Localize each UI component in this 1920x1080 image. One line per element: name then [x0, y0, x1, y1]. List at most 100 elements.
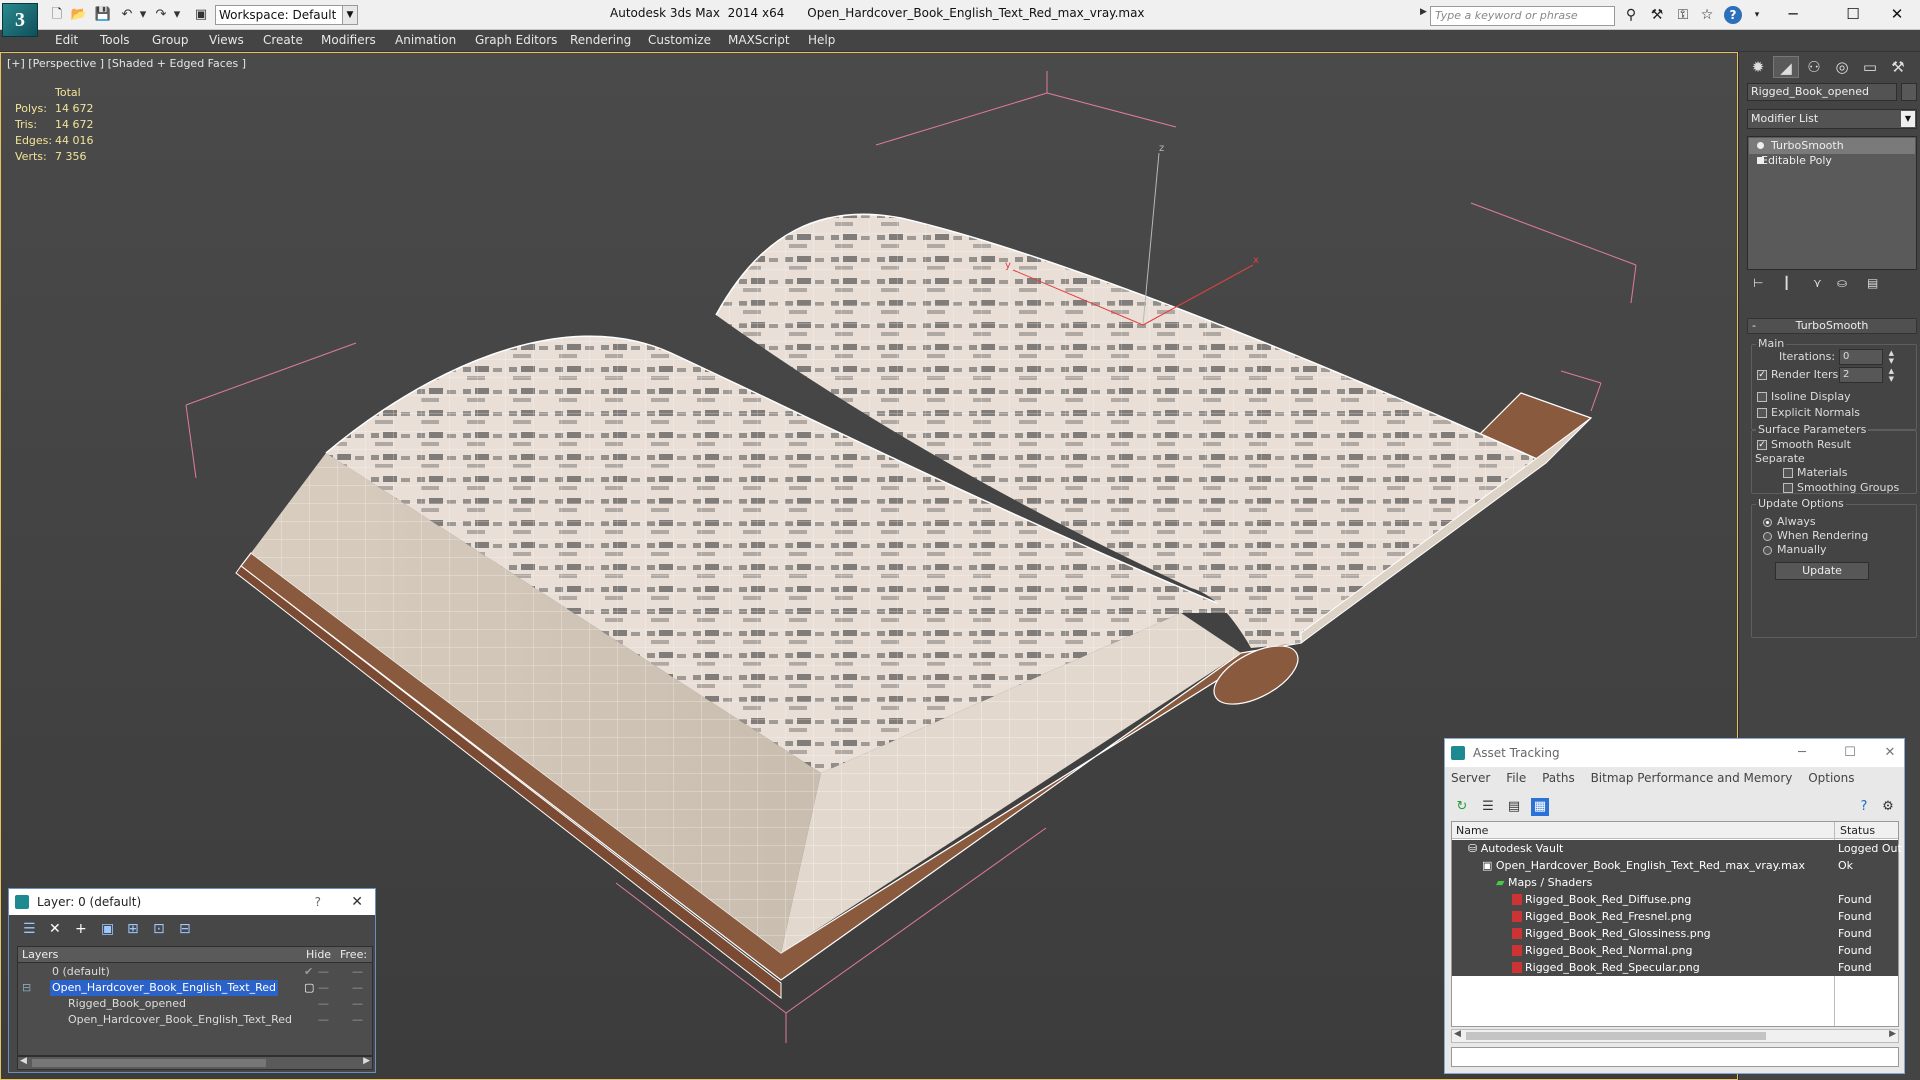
table-row[interactable]: Rigged_Book_Red_Diffuse.png Found [1452, 891, 1898, 908]
close-icon[interactable]: ✕ [1874, 2, 1920, 28]
create-tab-icon[interactable]: ✹ [1745, 56, 1771, 78]
scroll-left-icon[interactable]: ◀ [1454, 1029, 1461, 1039]
new-file-icon[interactable]: 🗋 [48, 6, 66, 24]
object-color-swatch[interactable] [1901, 83, 1917, 101]
help-icon[interactable]: ? [1724, 6, 1742, 24]
menu-graph-editors[interactable]: Graph Editors [475, 33, 557, 47]
menu-options[interactable]: Options [1808, 771, 1854, 785]
when-rendering-radio[interactable] [1763, 532, 1772, 541]
hide-all-icon[interactable]: ⊟ [179, 921, 191, 937]
menu-file[interactable]: File [1506, 771, 1526, 785]
smoothing-groups-checkbox[interactable] [1783, 483, 1793, 493]
redo-dropdown-icon[interactable]: ▾ [168, 6, 186, 24]
menu-help[interactable]: Help [808, 33, 835, 47]
minimize-icon[interactable]: ─ [1770, 2, 1816, 28]
communication-center-icon[interactable]: ⚿ [1674, 6, 1692, 24]
explicit-normals-checkbox[interactable] [1757, 408, 1767, 418]
show-end-result-icon[interactable]: ┃ [1783, 276, 1790, 290]
help-icon[interactable]: ? [1855, 798, 1873, 816]
stack-item-editable-poly[interactable]: Editable Poly [1749, 153, 1915, 169]
maximize-icon[interactable]: ☐ [1835, 739, 1865, 767]
search-expand-icon[interactable]: ▶ [1420, 7, 1427, 17]
project-folder-icon[interactable]: ▣ [192, 6, 210, 24]
help-icon[interactable]: ? [315, 889, 321, 915]
scroll-right-icon[interactable]: ▶ [363, 1056, 370, 1066]
search-input[interactable]: Type a keyword or phrase [1430, 6, 1615, 26]
delete-layer-icon[interactable]: ✕ [49, 921, 61, 937]
scrollbar-thumb[interactable] [32, 1059, 266, 1067]
refresh-icon[interactable]: ↻ [1453, 798, 1471, 816]
spinner-arrows-icon[interactable]: ▲ ▼ [1889, 367, 1894, 383]
favorites-star-icon[interactable]: ☆ [1698, 6, 1716, 24]
app-logo-icon[interactable]: 3 [2, 3, 38, 37]
pin-stack-icon[interactable]: ⊢ [1753, 276, 1763, 290]
layer-horizontal-scrollbar[interactable]: ◀ ▶ [17, 1056, 373, 1070]
render-iters-checkbox[interactable]: ✓ [1757, 370, 1767, 380]
menu-views[interactable]: Views [209, 33, 244, 47]
turbosmooth-rollout-header[interactable]: - TurboSmooth [1747, 318, 1917, 334]
table-row[interactable]: Rigged_Book_Red_Normal.png Found [1452, 942, 1898, 959]
minimize-icon[interactable]: ─ [1787, 739, 1817, 767]
undo-dropdown-icon[interactable]: ▾ [134, 6, 152, 24]
display-tab-icon[interactable]: ▭ [1857, 56, 1883, 78]
scroll-right-icon[interactable]: ▶ [1889, 1029, 1896, 1039]
freeze-toggle[interactable]: — [352, 1012, 363, 1028]
layer-dialog-titlebar[interactable]: Layer: 0 (default) ? ✕ [9, 889, 375, 915]
column-status[interactable]: Status [1840, 822, 1875, 839]
table-row[interactable]: Rigged_Book_Red_Glossiness.png Found [1452, 925, 1898, 942]
lightbulb-icon[interactable] [1757, 142, 1764, 149]
column-freeze[interactable]: Free: [340, 947, 367, 963]
maximize-icon[interactable]: ☐ [1830, 2, 1876, 28]
open-file-icon[interactable]: 📂 [70, 6, 88, 24]
collapse-icon[interactable]: - [1752, 319, 1756, 333]
table-row[interactable]: Rigged_Book_Red_Specular.png Found [1452, 959, 1898, 976]
menu-maxscript[interactable]: MAXScript [728, 33, 790, 47]
manually-radio[interactable] [1763, 546, 1772, 555]
materials-checkbox[interactable] [1783, 468, 1793, 478]
always-radio[interactable] [1763, 518, 1772, 527]
menu-bitmap-performance[interactable]: Bitmap Performance and Memory [1591, 771, 1793, 785]
active-check-icon[interactable]: ✔ [304, 964, 313, 980]
hide-toggle[interactable]: — [318, 964, 329, 980]
utilities-tab-icon[interactable]: ⚒ [1885, 56, 1911, 78]
menu-tools[interactable]: Tools [100, 33, 130, 47]
viewport-label[interactable]: [+] [Perspective ] [Shaded + Edged Faces… [7, 57, 246, 70]
configure-sets-icon[interactable]: ▤ [1867, 276, 1878, 290]
make-unique-icon[interactable]: ⋎ [1813, 276, 1822, 290]
table-view-icon[interactable]: ▦ [1531, 798, 1549, 816]
settings-icon[interactable]: ⚙ [1879, 798, 1897, 816]
update-button[interactable]: Update [1775, 562, 1869, 580]
workspace-selector[interactable]: Workspace: Default ▼ [215, 5, 358, 25]
layer-row[interactable]: 0 (default) ✔ — — [18, 964, 372, 980]
render-iters-spinner[interactable]: 2 ▲ ▼ [1839, 367, 1894, 383]
remove-modifier-icon[interactable]: ⛀ [1837, 276, 1847, 290]
scroll-left-icon[interactable]: ◀ [20, 1056, 27, 1066]
set-current-icon[interactable]: ▢ [304, 980, 314, 996]
menu-server[interactable]: Server [1451, 771, 1490, 785]
layer-row[interactable]: Rigged_Book_opened — — [18, 996, 372, 1012]
menu-customize[interactable]: Customize [648, 33, 711, 47]
table-row[interactable]: Rigged_Book_Red_Fresnel.png Found [1452, 908, 1898, 925]
highlight-layer-icon[interactable]: ⊡ [153, 921, 165, 937]
column-layers[interactable]: Layers [22, 947, 58, 963]
column-hide[interactable]: Hide [306, 947, 331, 963]
save-file-icon[interactable]: 💾 [94, 6, 112, 24]
column-name[interactable]: Name [1456, 822, 1488, 839]
layer-row[interactable]: ⊟ Open_Hardcover_Book_English_Text_Red ▢… [18, 980, 372, 996]
subscription-icon[interactable]: ⚒ [1648, 6, 1666, 24]
modifier-list-dropdown[interactable]: Modifier List ▼ [1747, 109, 1917, 129]
hide-toggle[interactable]: — [318, 996, 329, 1012]
stack-item-turbosmooth[interactable]: TurboSmooth [1749, 138, 1915, 154]
close-icon[interactable]: ✕ [351, 889, 363, 915]
asset-horizontal-scrollbar[interactable]: ◀ ▶ [1451, 1029, 1899, 1043]
menu-rendering[interactable]: Rendering [570, 33, 631, 47]
asset-tracking-titlebar[interactable]: Asset Tracking ─ ☐ ✕ [1445, 739, 1904, 767]
binoculars-icon[interactable]: ⚲ [1622, 6, 1640, 24]
freeze-toggle[interactable]: — [352, 996, 363, 1012]
menu-create[interactable]: Create [263, 33, 303, 47]
spinner-arrows-icon[interactable]: ▲ ▼ [1889, 349, 1894, 365]
add-selection-icon[interactable]: ▣ [101, 921, 114, 937]
isoline-display-checkbox[interactable] [1757, 392, 1767, 402]
close-icon[interactable]: ✕ [1875, 739, 1905, 767]
menu-animation[interactable]: Animation [395, 33, 456, 47]
